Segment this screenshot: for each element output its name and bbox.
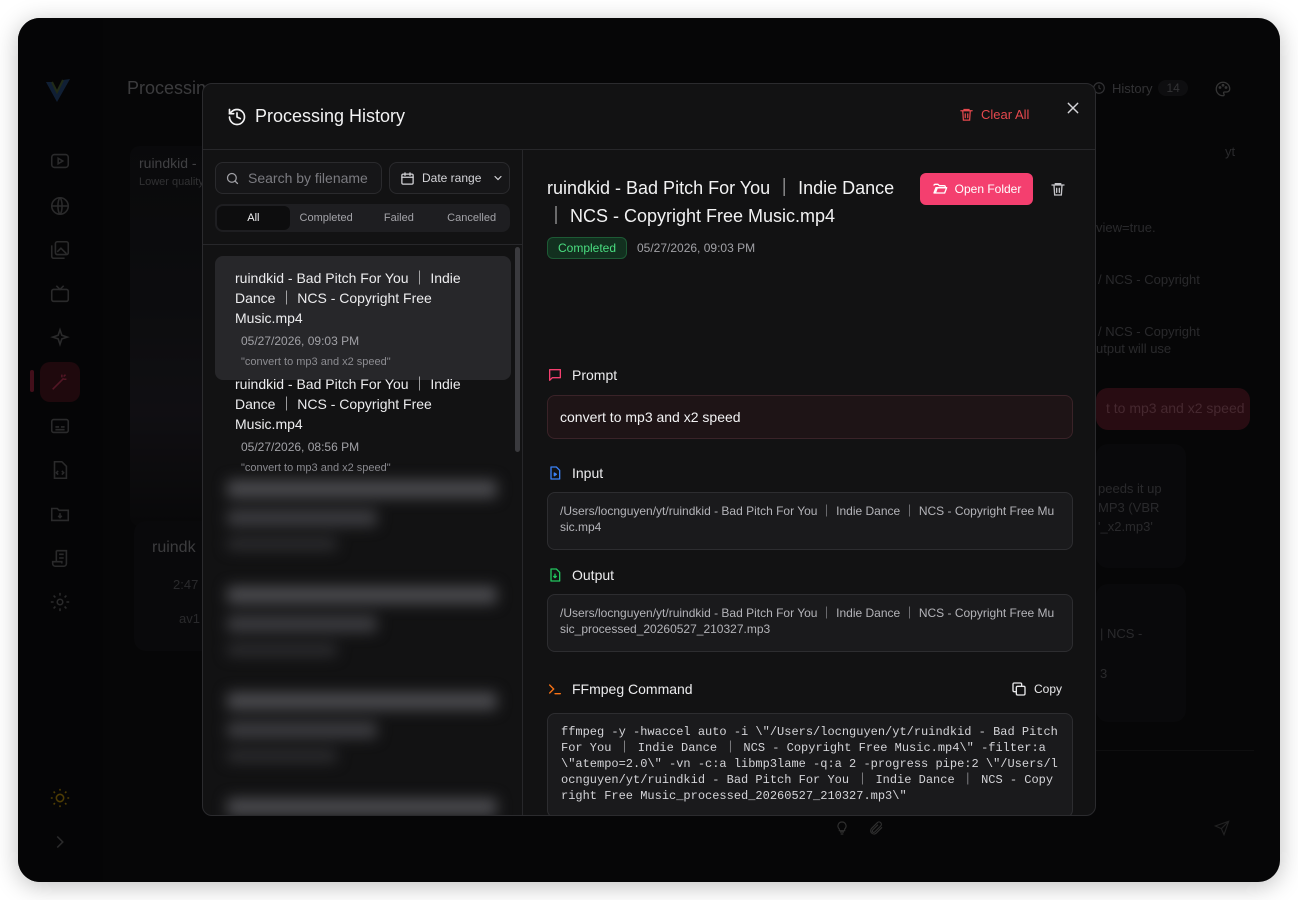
ffmpeg-section-label: FFmpeg Command [547,681,693,697]
history-list-pane: Date range All Completed Failed Cancelle… [203,150,523,815]
search-icon [226,172,239,185]
copy-button[interactable]: Copy [1011,681,1062,697]
ffmpeg-command: ffmpeg -y -hwaccel auto -i \"/Users/locn… [547,713,1073,815]
input-path: /Users/locnguyen/yt/ruindkid - Bad Pitch… [547,492,1073,550]
clear-all-label: Clear All [981,107,1030,122]
output-path: /Users/locnguyen/yt/ruindkid - Bad Pitch… [547,594,1073,652]
status-filter-tabs: All Completed Failed Cancelled [215,204,510,232]
modal-header: Processing History Clear All [203,84,1095,150]
item-filename: ruindkid - Bad Pitch For You ｜ Indie Dan… [235,376,461,432]
copy-icon [1012,682,1026,696]
search-box[interactable] [215,162,382,194]
item-filename: ruindkid - Bad Pitch For You ｜ Indie Dan… [235,270,461,326]
app-window: Processin History 14 ruindkid - Lower qu… [18,18,1280,882]
history-list: ruindkid - Bad Pitch For You ｜ Indie Dan… [215,256,511,815]
prompt-text: convert to mp3 and x2 speed [547,395,1073,439]
status-badge: Completed [547,237,628,259]
filter-tab-failed[interactable]: Failed [363,206,436,230]
filter-tab-cancelled[interactable]: Cancelled [435,206,508,230]
prompt-section-label: Prompt [547,367,617,383]
list-scrollbar[interactable] [515,247,520,452]
message-square-icon [549,369,561,381]
processing-history-modal: Processing History Clear All Date range … [202,83,1096,816]
date-range-select[interactable]: Date range [389,162,510,194]
blurred-list-item [227,586,499,656]
item-date: 05/27/2026, 08:56 PM [241,440,360,454]
history-list-item[interactable]: ruindkid - Bad Pitch For You ｜ Indie Dan… [215,362,511,486]
folder-open-icon [932,183,947,194]
output-section-label: Output [547,567,614,583]
modal-title: Processing History [255,106,406,126]
filter-tab-all[interactable]: All [217,206,290,230]
trash-icon[interactable] [1050,181,1066,197]
item-prompt: "convert to mp3 and x2 speed" [241,462,391,474]
divider [203,244,522,245]
history-icon [228,108,246,126]
detail-title: ruindkid - Bad Pitch For You ｜ Indie Dan… [547,178,895,226]
file-video-icon [550,466,561,480]
date-range-label: Date range [422,171,482,185]
chevron-down-icon [494,175,502,181]
calendar-icon [401,171,414,185]
blurred-list-item [227,480,499,550]
input-section-label: Input [547,465,603,481]
filter-tab-completed[interactable]: Completed [290,206,363,230]
clear-all-button[interactable]: Clear All [959,107,1029,122]
open-folder-label: Open Folder [954,182,1022,196]
terminal-icon [549,684,561,695]
item-date: 05/27/2026, 09:03 PM [241,334,360,348]
close-icon[interactable] [1065,100,1081,116]
history-detail-pane: ruindkid - Bad Pitch For You ｜ Indie Dan… [523,150,1095,815]
blurred-list-item [227,798,499,815]
blurred-list-item [227,692,499,762]
file-download-icon [550,568,561,582]
search-input[interactable] [248,163,378,193]
detail-timestamp: 05/27/2026, 09:03 PM [637,241,756,255]
open-folder-button[interactable]: Open Folder [920,173,1033,205]
trash-icon [960,108,973,121]
